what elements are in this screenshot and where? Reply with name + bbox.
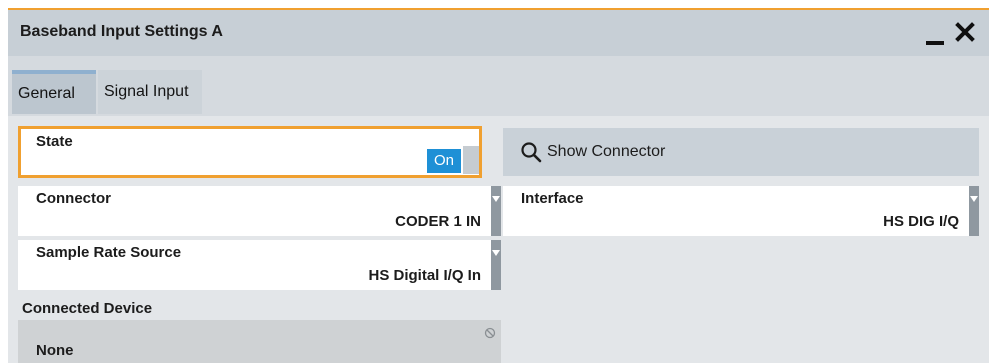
tab-signal-input[interactable]: Signal Input — [98, 70, 202, 114]
dialog-title: Baseband Input Settings A — [20, 23, 223, 40]
interface-dropdown[interactable]: Interface HS DIG I/Q — [503, 186, 979, 236]
sample-rate-source-label: Sample Rate Source — [36, 244, 182, 261]
tab-signal-input-label: Signal Input — [104, 83, 189, 100]
search-icon — [521, 142, 542, 163]
chevron-down-icon — [970, 196, 978, 202]
baseband-input-settings-dialog: Baseband Input Settings A General Signal… — [8, 8, 989, 363]
state-on-indicator[interactable]: On — [427, 149, 461, 173]
connected-device-field: None — [18, 320, 501, 363]
interface-label: Interface — [521, 190, 584, 207]
minimize-icon[interactable] — [926, 41, 944, 45]
close-icon[interactable] — [951, 18, 979, 46]
chevron-down-icon — [492, 250, 500, 256]
dialog-titlebar: Baseband Input Settings A — [8, 10, 989, 56]
connected-device-label: Connected Device — [22, 300, 153, 317]
chevron-down-icon — [492, 196, 500, 202]
toggle-knob[interactable] — [463, 146, 479, 174]
tab-general[interactable]: General — [12, 70, 96, 114]
general-panel: State On Show Connector Connector CODER … — [8, 116, 989, 363]
connector-label: Connector — [36, 190, 111, 207]
dropdown-arrow[interactable] — [969, 186, 979, 236]
connector-value: CODER 1 IN — [395, 213, 481, 230]
state-toggle-field[interactable]: State On — [18, 126, 482, 178]
tab-general-label: General — [18, 85, 75, 102]
show-connector-button[interactable]: Show Connector — [503, 128, 979, 176]
interface-value: HS DIG I/Q — [883, 213, 959, 230]
sample-rate-source-value: HS Digital I/Q In — [368, 267, 481, 284]
sample-rate-source-dropdown[interactable]: Sample Rate Source HS Digital I/Q In — [18, 240, 501, 290]
connector-dropdown[interactable]: Connector CODER 1 IN — [18, 186, 501, 236]
read-only-icon — [484, 327, 496, 339]
dropdown-arrow[interactable] — [491, 240, 501, 290]
show-connector-label: Show Connector — [547, 143, 666, 160]
connected-device-value: None — [36, 342, 74, 359]
tab-bar: General Signal Input — [8, 56, 989, 116]
state-label: State — [36, 133, 73, 150]
dropdown-arrow[interactable] — [491, 186, 501, 236]
